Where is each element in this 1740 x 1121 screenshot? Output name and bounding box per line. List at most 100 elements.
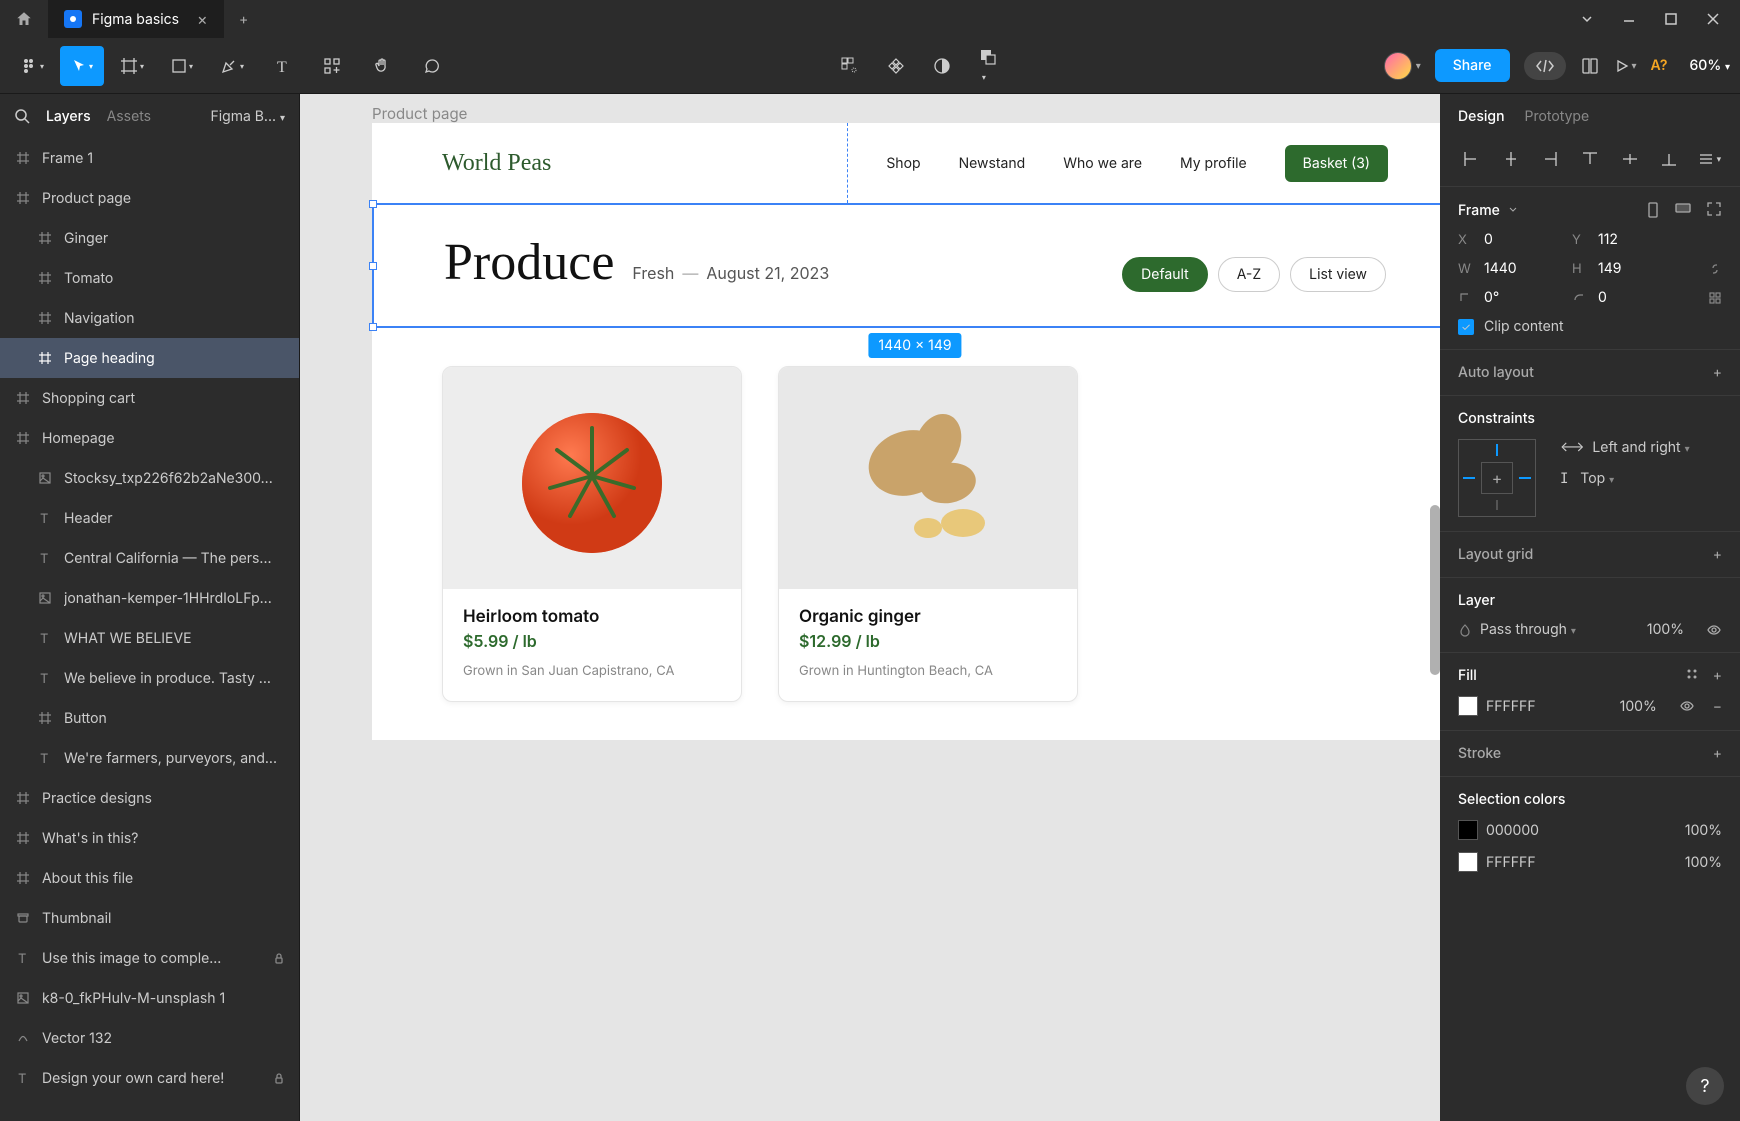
comment-tool[interactable] xyxy=(410,46,454,86)
orientation-landscape-icon[interactable] xyxy=(1674,201,1692,219)
resources-tool[interactable] xyxy=(310,46,354,86)
page-heading-selection[interactable]: Produce Fresh—August 21, 2023 Default A-… xyxy=(372,203,1440,328)
selection-swatch[interactable] xyxy=(1458,820,1478,840)
move-tool[interactable]: ▾ xyxy=(60,46,104,86)
new-tab-button[interactable]: + xyxy=(224,11,264,28)
layout-grid-icon[interactable] xyxy=(840,56,860,76)
layer-row[interactable]: Homepage xyxy=(0,418,299,458)
nav-link[interactable]: Shop xyxy=(886,155,920,172)
mask-icon[interactable] xyxy=(932,56,952,76)
assets-tab[interactable]: Assets xyxy=(107,108,151,125)
layer-row[interactable]: Practice designs xyxy=(0,778,299,818)
add-auto-layout-icon[interactable]: + xyxy=(1713,364,1722,381)
remove-fill-icon[interactable]: − xyxy=(1713,698,1722,715)
minimize-icon[interactable] xyxy=(1622,12,1636,26)
align-top-icon[interactable] xyxy=(1577,146,1603,172)
align-right-icon[interactable] xyxy=(1537,146,1563,172)
layer-row[interactable]: Navigation xyxy=(0,298,299,338)
layer-row[interactable]: Shopping cart xyxy=(0,378,299,418)
dev-mode-button[interactable] xyxy=(1524,52,1566,80)
frame-label[interactable]: Product page xyxy=(372,104,467,123)
layer-row[interactable]: TWe believe in produce. Tasty ... xyxy=(0,658,299,698)
page-selector[interactable]: Figma B... ▾ xyxy=(210,108,285,125)
fill-hex-input[interactable]: FFFFFF xyxy=(1486,698,1536,715)
corner-radius-input[interactable]: 0 xyxy=(1598,289,1678,306)
pill-az[interactable]: A-Z xyxy=(1218,257,1280,292)
orientation-portrait-icon[interactable] xyxy=(1646,201,1660,219)
layer-row[interactable]: Frame 1 xyxy=(0,138,299,178)
pill-default[interactable]: Default xyxy=(1122,257,1208,292)
layer-row[interactable]: About this file xyxy=(0,858,299,898)
layer-row[interactable]: What's in this? xyxy=(0,818,299,858)
file-tab[interactable]: Figma basics × xyxy=(48,0,224,38)
layer-row[interactable]: THeader xyxy=(0,498,299,538)
constraint-v-select[interactable]: I Top ▾ xyxy=(1560,470,1690,487)
lock-icon[interactable] xyxy=(273,952,285,964)
play-icon[interactable]: ▾ xyxy=(1614,58,1637,74)
home-button[interactable] xyxy=(0,0,48,38)
layer-row[interactable]: TCentral California — The pers... xyxy=(0,538,299,578)
layer-row[interactable]: TWHAT WE BELIEVE xyxy=(0,618,299,658)
align-bottom-icon[interactable] xyxy=(1656,146,1682,172)
close-tab-icon[interactable]: × xyxy=(197,9,208,29)
design-tab[interactable]: Design xyxy=(1458,108,1505,125)
height-input[interactable]: 149 xyxy=(1598,260,1678,277)
chevron-down-icon[interactable] xyxy=(1580,12,1594,26)
add-stroke-icon[interactable]: + xyxy=(1713,745,1722,762)
nav-link[interactable]: Newstand xyxy=(959,155,1026,172)
corner-details-icon[interactable] xyxy=(1708,291,1722,305)
rotation-input[interactable]: 0° xyxy=(1484,289,1564,306)
layer-row[interactable]: TDesign your own card here! xyxy=(0,1058,299,1098)
lock-icon[interactable] xyxy=(273,1072,285,1084)
shape-tool[interactable]: ▾ xyxy=(160,46,204,86)
fill-opacity-input[interactable]: 100% xyxy=(1620,698,1657,715)
clip-content-checkbox[interactable]: ✓ xyxy=(1458,319,1474,335)
share-button[interactable]: Share xyxy=(1435,49,1510,82)
x-input[interactable]: 0 xyxy=(1484,231,1564,248)
layer-row[interactable]: Vector 132 xyxy=(0,1018,299,1058)
fill-visibility-icon[interactable] xyxy=(1679,698,1695,714)
selection-swatch[interactable] xyxy=(1458,852,1478,872)
pen-tool[interactable]: ▾ xyxy=(210,46,254,86)
layer-row[interactable]: TWe're farmers, purveyors, and... xyxy=(0,738,299,778)
layer-row[interactable]: TUse this image to comple... xyxy=(0,938,299,978)
library-icon[interactable] xyxy=(1580,56,1600,76)
text-tool[interactable]: T xyxy=(260,46,304,86)
layer-row[interactable]: Thumbnail xyxy=(0,898,299,938)
link-dimensions-icon[interactable] xyxy=(1708,262,1722,276)
layer-row[interactable]: Stocksy_txp226f62b2aNe300... xyxy=(0,458,299,498)
search-icon[interactable] xyxy=(14,108,30,124)
layer-row[interactable]: Page heading xyxy=(0,338,299,378)
boolean-icon[interactable]: ▾ xyxy=(978,47,998,84)
align-left-icon[interactable] xyxy=(1458,146,1484,172)
layer-row[interactable]: k8-0_fkPHulv-M-unsplash 1 xyxy=(0,978,299,1018)
layer-visibility-icon[interactable] xyxy=(1706,622,1722,638)
y-input[interactable]: 112 xyxy=(1598,231,1678,248)
distribute-icon[interactable]: ▾ xyxy=(1696,146,1722,172)
constraints-widget[interactable]: + xyxy=(1458,439,1536,517)
blend-mode-select[interactable]: Pass through ▾ xyxy=(1480,621,1576,638)
fill-styles-icon[interactable] xyxy=(1685,667,1699,684)
nav-link[interactable]: My profile xyxy=(1180,155,1247,172)
add-layout-grid-icon[interactable]: + xyxy=(1713,546,1722,563)
layer-row[interactable]: Tomato xyxy=(0,258,299,298)
layer-row[interactable]: Ginger xyxy=(0,218,299,258)
fill-swatch[interactable] xyxy=(1458,696,1478,716)
prototype-tab[interactable]: Prototype xyxy=(1525,108,1590,125)
layer-opacity-input[interactable]: 100% xyxy=(1647,621,1684,638)
selection-handle[interactable] xyxy=(369,323,377,331)
help-button[interactable]: ? xyxy=(1686,1067,1724,1105)
layer-row[interactable]: Button xyxy=(0,698,299,738)
add-fill-icon[interactable]: + xyxy=(1713,667,1722,684)
layer-row[interactable]: Product page xyxy=(0,178,299,218)
align-hcenter-icon[interactable] xyxy=(1498,146,1524,172)
hand-tool[interactable] xyxy=(360,46,404,86)
scrollbar[interactable] xyxy=(1430,505,1440,675)
canvas[interactable]: Product page World Peas Shop Newstand Wh… xyxy=(300,94,1440,1121)
user-avatar[interactable]: ▾ xyxy=(1384,52,1421,80)
basket-button[interactable]: Basket (3) xyxy=(1285,145,1388,182)
selection-handle[interactable] xyxy=(369,200,377,208)
constraint-h-select[interactable]: ⟷ Left and right ▾ xyxy=(1560,439,1690,456)
close-window-icon[interactable] xyxy=(1706,12,1720,26)
frame-tool[interactable]: ▾ xyxy=(110,46,154,86)
